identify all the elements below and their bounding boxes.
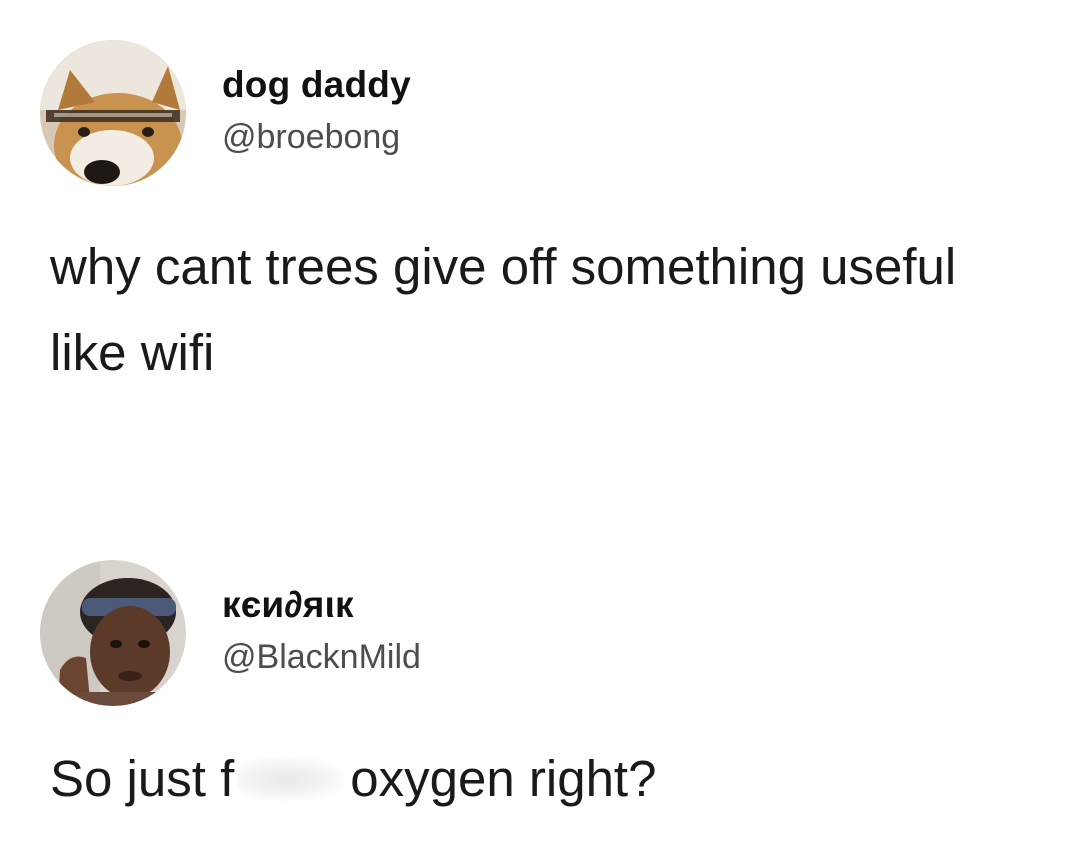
author-handle[interactable]: @BlacknMild [222,638,421,677]
tweet-card: dog daddy @broebong why cant trees give … [0,0,1080,430]
tweet-text: So just f oxygen right? [50,736,1040,822]
person-avatar-icon[interactable] [40,560,186,706]
censor-blur [238,758,345,800]
author-handle[interactable]: @broebong [222,118,400,157]
dog-avatar-icon[interactable] [40,40,186,186]
tweet-text-after-censor: oxygen right? [350,750,657,807]
author-display-name[interactable]: dog daddy [222,64,411,106]
author-display-name[interactable]: кєи∂яιк [222,584,354,626]
tweet-text-before-censor: So just f [50,750,235,807]
tweet-card: кєи∂яιк @BlacknMild So just f oxygen righ… [0,540,1080,846]
tweet-text: why cant trees give off something useful… [50,238,957,381]
